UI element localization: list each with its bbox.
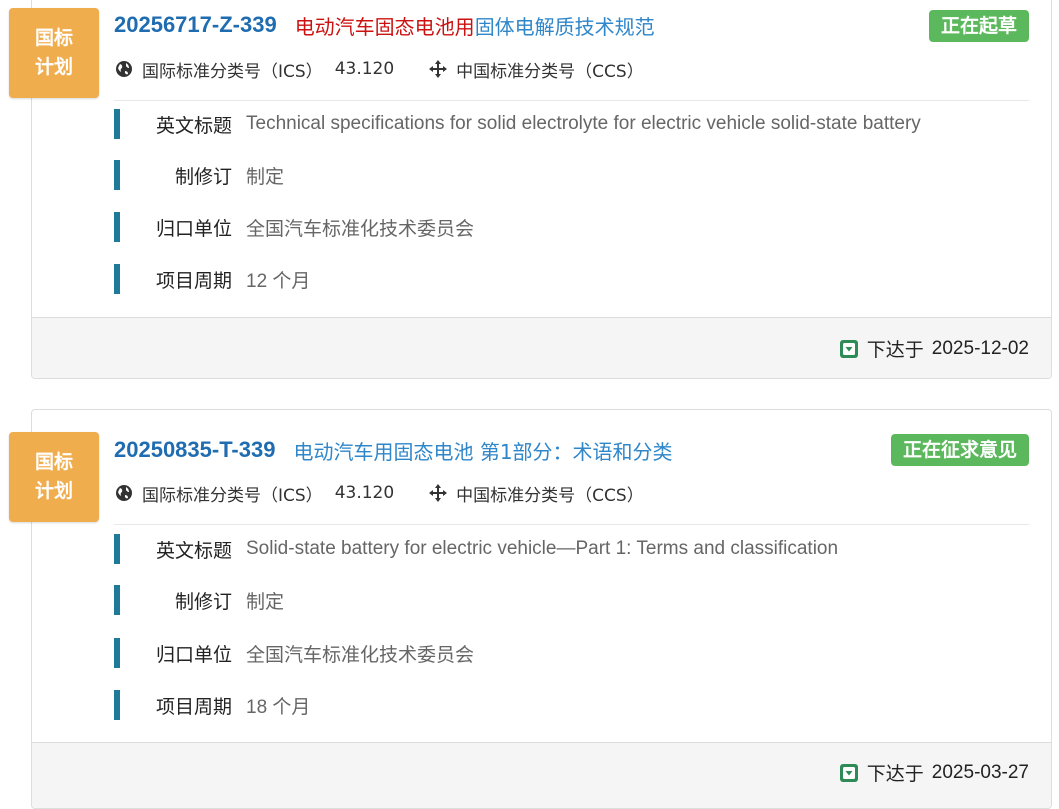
field-value: 18 个月 [246,696,311,718]
standard-title-link[interactable]: 电动汽车用固态电池 第1部分：术语和分类 [293,436,672,465]
plan-badge-line2: 计划 [34,56,73,78]
ics-label: 国际标准分类号（ICS） [142,61,323,82]
crosshair-arrows-icon [428,59,448,79]
ics-value: 43.120 [334,59,395,79]
issued-date: 下达于 2025-03-27 [839,759,1029,786]
plan-badge: 国标 计划 [9,8,99,98]
issued-date-value: 2025-03-27 [931,761,1029,783]
issued-label: 下达于 [866,339,924,361]
standard-card: 国标 计划 20256717-Z-339 电动汽车固态电池用 固体电解质技术规范 … [9,0,1052,379]
plan-badge-line2: 计划 [34,480,73,502]
calendar-down-icon [839,763,859,783]
field-revision: 制修订 制定 [114,160,284,190]
field-label: 项目周期 [155,695,232,718]
field-english-title: 英文标题 Technical specifications for solid … [114,109,921,139]
standard-code-link[interactable]: 20250835-T-339 [114,437,275,463]
field-label: 制修订 [174,165,232,188]
plan-badge-line1: 国标 [34,451,73,473]
standard-code-link[interactable]: 20256717-Z-339 [114,12,277,38]
plan-badge: 国标 计划 [9,432,99,522]
globe-icon [114,59,134,79]
classification-row: 国际标准分类号（ICS） 43.120 中国标准分类号（CCS） [114,479,644,507]
field-label: 归口单位 [155,217,232,240]
field-project-period: 项目周期 12 个月 [114,264,310,294]
issued-date-value: 2025-12-02 [931,337,1029,359]
ccs-label: 中国标准分类号（CCS） [456,485,644,506]
field-value: 制定 [246,166,285,188]
field-marker [114,160,120,190]
title-row: 20256717-Z-339 电动汽车固态电池用 固体电解质技术规范 [114,7,1029,43]
field-value: 制定 [246,591,285,613]
field-responsible-unit: 归口单位 全国汽车标准化技术委员会 [114,212,474,242]
field-label: 项目周期 [155,269,232,292]
field-value: 全国汽车标准化技术委员会 [246,644,475,666]
field-label: 制修订 [174,590,232,613]
ics-value: 43.120 [334,483,395,503]
field-value: 全国汽车标准化技术委员会 [246,218,475,240]
issued-date: 下达于 2025-12-02 [839,335,1029,362]
ccs-label: 中国标准分类号（CCS） [456,61,644,82]
card-footer: 下达于 2025-12-02 [32,317,1051,378]
field-marker [114,109,120,139]
field-value: Technical specifications for solid elect… [246,113,921,134]
field-label: 英文标题 [155,539,232,562]
crosshair-arrows-icon [428,483,448,503]
field-marker [114,585,120,615]
card-footer: 下达于 2025-03-27 [32,742,1051,808]
divider [114,524,1029,525]
field-marker [114,638,120,668]
field-revision: 制修订 制定 [114,585,284,615]
field-responsible-unit: 归口单位 全国汽车标准化技术委员会 [114,638,474,668]
field-label: 英文标题 [155,114,232,137]
standard-title-link[interactable]: 固体电解质技术规范 [475,11,655,40]
status-badge: 正在起草 [928,10,1029,42]
field-value: 12 个月 [246,270,311,292]
ics-label: 国际标准分类号（ICS） [142,485,323,506]
calendar-down-icon [839,339,859,359]
standard-title-highlight[interactable]: 电动汽车固态电池用 [295,11,475,40]
classification-row: 国际标准分类号（ICS） 43.120 中国标准分类号（CCS） [114,55,644,83]
field-english-title: 英文标题 Solid-state battery for electric ve… [114,534,838,564]
issued-label: 下达于 [866,763,924,785]
field-marker [114,264,120,294]
field-marker [114,534,120,564]
divider [114,100,1029,101]
plan-badge-line1: 国标 [34,27,73,49]
field-project-period: 项目周期 18 个月 [114,690,310,720]
standard-card: 国标 计划 20250835-T-339 电动汽车用固态电池 第1部分：术语和分… [9,409,1052,809]
globe-icon [114,483,134,503]
field-value: Solid-state battery for electric vehicle… [246,538,839,559]
field-marker [114,212,120,242]
status-badge: 正在征求意见 [890,434,1029,466]
field-label: 归口单位 [155,643,232,666]
field-marker [114,690,120,720]
